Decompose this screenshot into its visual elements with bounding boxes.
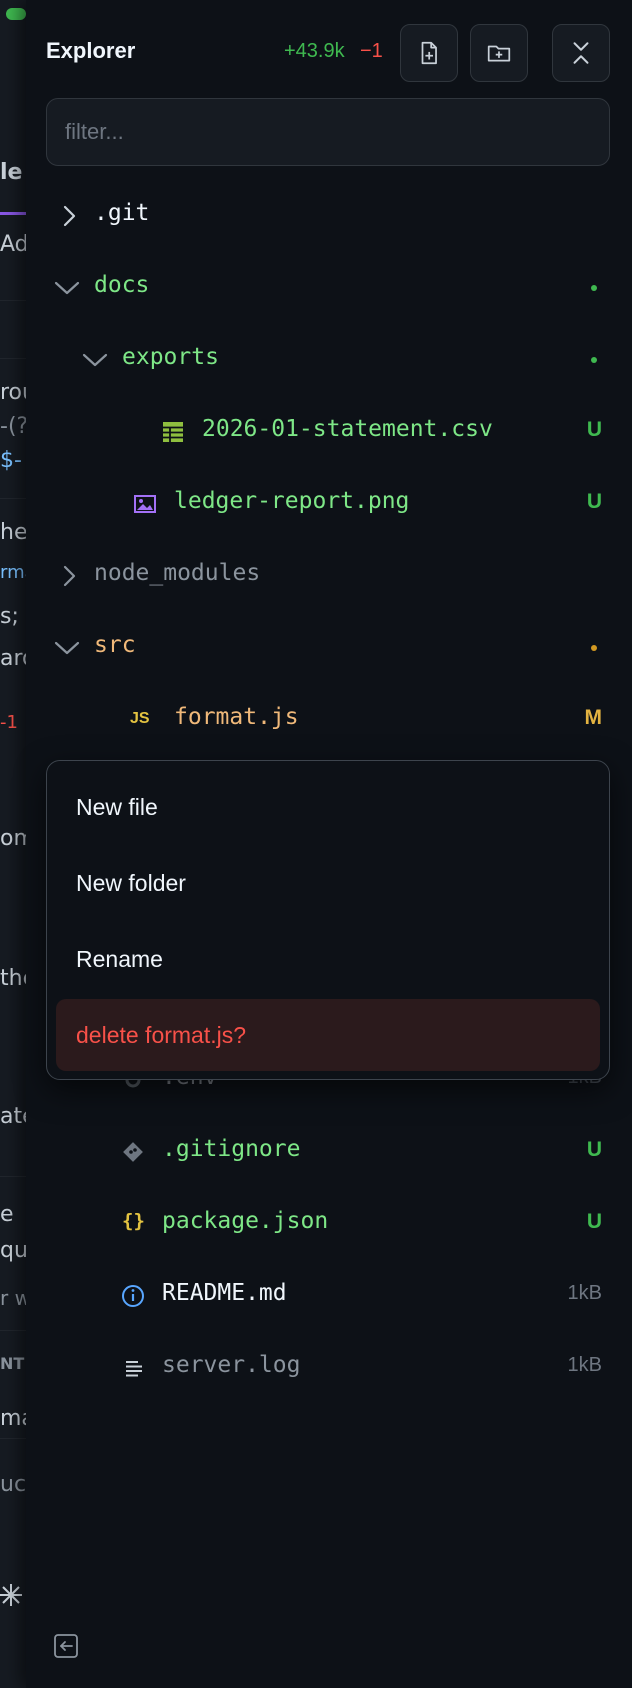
tree-file-ledger-report-png[interactable]: ledger-report.png U (46, 474, 610, 534)
tree-item-label: package.json (162, 1208, 329, 1234)
bg-divider (0, 358, 26, 359)
bg-fragment: uc (0, 1472, 27, 1497)
change-dot (591, 357, 597, 363)
menu-item-rename[interactable]: Rename (56, 923, 600, 995)
file-plus-icon (421, 41, 437, 65)
chevron-right-icon (63, 205, 76, 227)
diff-added-count: +43.9k (284, 40, 345, 62)
tree-file-gitignore[interactable]: .gitignore U (46, 1122, 610, 1182)
git-status-badge: M (584, 706, 603, 729)
bg-fragment: e (0, 1202, 14, 1227)
tree-folder-exports[interactable]: exports (46, 330, 610, 390)
menu-item-delete-confirm[interactable]: delete format.js? (56, 999, 600, 1071)
lines-icon (126, 1361, 142, 1377)
bg-fragment: $- (0, 448, 22, 473)
explorer-panel: Explorer +43.9k −1 .git docs (26, 0, 632, 1688)
explorer-header: Explorer +43.9k −1 (26, 0, 632, 110)
chevron-down-icon (82, 353, 108, 367)
new-file-button[interactable] (400, 24, 458, 82)
menu-item-new-folder[interactable]: New folder (56, 847, 600, 919)
context-menu: New file New folder Rename delete format… (46, 760, 610, 1080)
tree-file-package-json[interactable]: {} package.json U (46, 1194, 610, 1254)
tree-folder-node-modules[interactable]: node_modules (46, 546, 610, 606)
tree-file-readme[interactable]: README.md 1kB (46, 1266, 610, 1326)
bg-fragment: s; (0, 604, 19, 629)
spreadsheet-icon (163, 422, 183, 442)
bg-fragment: -1 (0, 712, 18, 733)
chevron-down-icon (54, 641, 80, 655)
folder-plus-icon (487, 45, 511, 62)
bg-fragment: ate (0, 1104, 26, 1129)
tree-item-label: .git (94, 200, 150, 226)
diff-removed-count: −1 (360, 40, 383, 62)
bg-badge (6, 8, 26, 20)
js-file-icon: JS (130, 710, 150, 727)
bg-fragment: le (0, 160, 23, 185)
bg-fragment: Add (0, 232, 26, 257)
tree-file-statement-csv[interactable]: 2026-01-statement.csv U (46, 402, 610, 462)
change-dot (591, 285, 597, 291)
image-icon (134, 495, 156, 513)
new-folder-button[interactable] (470, 24, 528, 82)
git-status-badge: U (586, 418, 602, 441)
bg-divider (0, 1176, 26, 1177)
file-size: 1kB (567, 1354, 602, 1376)
chevron-down-icon (54, 281, 80, 295)
tree-item-label: README.md (162, 1280, 287, 1306)
json-file-icon: {} (122, 1210, 145, 1232)
bg-fragment: NT (0, 1354, 25, 1373)
sparkle-icon (0, 1580, 22, 1616)
git-icon (123, 1142, 143, 1162)
background-editor-strip: le Add rou -(? $- he rma s; aro -1 om th… (0, 0, 27, 1688)
change-dot (591, 645, 597, 651)
bg-fragment: -(? (0, 414, 27, 439)
tree-file-server-log[interactable]: server.log 1kB (46, 1338, 610, 1398)
tree-item-label: node_modules (94, 560, 261, 586)
collapse-sidebar-icon[interactable] (52, 1632, 80, 1660)
tree-item-label: server.log (162, 1352, 301, 1378)
bg-fragment: qu (0, 1238, 27, 1263)
tree-file-format-js[interactable]: JS format.js M (46, 690, 610, 750)
tree-item-label: docs (94, 272, 150, 298)
bg-fragment: rou (0, 380, 26, 405)
tree-folder-docs[interactable]: docs (46, 258, 610, 318)
menu-item-new-file[interactable]: New file (56, 771, 600, 843)
bg-divider (0, 1330, 26, 1331)
git-status-badge: U (586, 490, 602, 513)
tree-item-label: format.js (174, 704, 299, 730)
file-size: 1kB (567, 1282, 602, 1304)
git-status-badge: U (586, 1210, 602, 1233)
tree-item-label: exports (122, 344, 219, 370)
filter-input[interactable] (46, 98, 610, 166)
bg-fragment: the (0, 966, 26, 991)
chevron-right-icon (63, 565, 76, 587)
panel-title: Explorer (46, 38, 136, 63)
bg-tab-underline (0, 212, 26, 215)
bg-divider (0, 1438, 26, 1439)
bg-fragment: om (0, 826, 26, 851)
bg-divider (0, 498, 26, 499)
bg-fragment: r w (0, 1286, 26, 1310)
git-status-badge: U (586, 1138, 602, 1161)
tree-folder-git[interactable]: .git (46, 186, 610, 246)
tree-item-label: 2026-01-statement.csv (202, 416, 493, 442)
bg-divider (0, 300, 26, 301)
collapse-icon (573, 42, 589, 64)
tree-item-label: ledger-report.png (174, 488, 410, 514)
collapse-all-button[interactable] (552, 24, 610, 82)
bg-fragment: rma (0, 562, 26, 583)
tree-item-label: src (94, 632, 136, 658)
bg-fragment: he (0, 520, 27, 545)
tree-item-label: .gitignore (162, 1136, 301, 1162)
bg-fragment: aro (0, 646, 26, 671)
bg-fragment: ma (0, 1406, 26, 1431)
info-icon (122, 1285, 144, 1307)
tree-folder-src[interactable]: src (46, 618, 610, 678)
